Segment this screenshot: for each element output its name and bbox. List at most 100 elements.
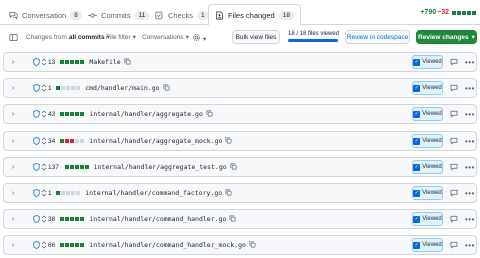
chevron-right-icon[interactable]: › [12,184,14,202]
diffstat-block [65,60,70,64]
review-changes-button[interactable]: Review changes ▾ [416,30,477,44]
kebab-horizontal-icon[interactable]: ••• [465,210,475,228]
comment-icon[interactable] [450,210,458,228]
viewed-checkbox[interactable]: ✓ Viewed [412,238,443,252]
chevron-right-icon[interactable]: › [12,105,14,123]
diffstat-block [69,165,74,169]
file-row[interactable]: › 1 cmd/handler/main.go ✓ Viewed ••• [3,78,477,98]
file-row[interactable]: › 1 internal/handler/command_factory.go … [3,183,477,203]
diffstat-block [75,139,80,143]
expand-all-icon[interactable] [41,79,47,97]
comment-icon[interactable] [450,132,458,150]
file-name-link[interactable]: internal/handler/aggregate_mock.go [89,132,232,150]
expand-all-icon[interactable] [41,184,47,202]
comment-icon[interactable] [450,79,458,97]
tab-checks[interactable]: Checks 1 [155,6,209,25]
file-name-link[interactable]: Makefile [89,53,131,71]
viewed-checkbox[interactable]: ✓ Viewed [412,134,443,148]
chevron-right-icon[interactable]: › [12,210,14,228]
chevron-right-icon[interactable]: › [12,236,14,254]
viewed-checkbox[interactable]: ✓ Viewed [412,55,443,69]
changes-from-dropdown[interactable]: Changes from all commits ▾ [26,33,110,42]
diffstat-block [75,60,80,64]
diffstat-block [56,86,61,90]
viewed-checkbox[interactable]: ✓ Viewed [412,186,443,200]
comment-icon[interactable] [450,105,458,123]
file-name: internal/handler/aggregate_test.go [93,163,227,171]
file-filter-dropdown[interactable]: File filter ▾ [106,33,136,42]
file-name-link[interactable]: internal/handler/command_handler_mock.go [89,236,256,254]
file-row[interactable]: › 13 Makefile ✓ Viewed ••• [3,52,477,72]
file-diffstat-bar [56,184,81,202]
viewed-checkbox[interactable]: ✓ Viewed [412,212,443,226]
file-change-count: 38 [48,215,56,223]
expand-all-icon[interactable] [41,53,47,71]
tab-conversation-label: Conversation [22,11,67,20]
expand-all-icon[interactable] [41,105,47,123]
review-changes-label: Review changes [418,33,469,41]
viewed-checkbox[interactable]: ✓ Viewed [412,81,443,95]
expand-all-icon[interactable] [41,210,47,228]
conversations-label: Conversations [142,33,184,41]
tab-commits[interactable]: Commits 11 [88,6,150,25]
file-row[interactable]: › 137 internal/handler/aggregate_test.go… [3,157,477,177]
diff-settings-button[interactable]: ▾ [192,33,206,44]
bulk-view-files-button[interactable]: Bulk view files [232,30,280,44]
comment-icon[interactable] [450,53,458,71]
kebab-horizontal-icon[interactable]: ••• [465,105,475,123]
tab-conversation[interactable]: Conversation 8 [9,6,82,25]
diffstat-block [65,243,70,247]
copy-icon[interactable] [225,189,232,198]
tab-commits-counter: 11 [134,11,150,20]
kebab-horizontal-icon[interactable]: ••• [465,184,475,202]
viewed-checkbox[interactable]: ✓ Viewed [412,107,443,121]
copy-icon[interactable] [163,84,170,93]
file-row[interactable]: › 34 internal/handler/aggregate_mock.go … [3,131,477,151]
comment-icon[interactable] [450,184,458,202]
file-change-count: 43 [48,110,56,118]
file-name-link[interactable]: cmd/handler/main.go [85,79,169,97]
comment-icon[interactable] [450,158,458,176]
file-row[interactable]: › 66 internal/handler/command_handler_mo… [3,235,477,255]
expand-all-icon[interactable] [41,132,47,150]
expand-all-icon[interactable] [41,236,47,254]
kebab-horizontal-icon[interactable]: ••• [465,236,475,254]
diffstat-block [74,165,79,169]
copy-icon[interactable] [249,241,256,250]
kebab-horizontal-icon[interactable]: ••• [465,53,475,71]
expand-all-icon[interactable] [41,158,47,176]
file-name-link[interactable]: internal/handler/command_handler.go [89,210,236,228]
file-row[interactable]: › 43 internal/handler/aggregate.go ✓ Vie… [3,104,477,124]
file-name-link[interactable]: internal/handler/command_factory.go [85,184,232,202]
shield-icon [33,236,40,254]
viewed-checkbox[interactable]: ✓ Viewed [412,160,443,174]
kebab-horizontal-icon[interactable]: ••• [465,132,475,150]
diffstat: +790 −32 [420,9,476,16]
copy-icon[interactable] [225,137,232,146]
conversations-dropdown[interactable]: Conversations ▾ [142,33,189,42]
copy-icon[interactable] [229,215,236,224]
file-row[interactable]: › 38 internal/handler/command_handler.go… [3,209,477,229]
diffstat-block [60,112,65,116]
toggle-file-tree-button[interactable] [9,33,18,44]
shield-icon [33,105,40,123]
chevron-right-icon[interactable]: › [12,79,14,97]
review-in-codespace-button[interactable]: Review in codespace [345,30,410,44]
comment-icon[interactable] [450,236,458,254]
copy-icon[interactable] [230,163,237,172]
chevron-right-icon[interactable]: › [12,53,14,71]
diffstat-block [462,10,466,15]
kebab-horizontal-icon[interactable]: ••• [465,79,475,97]
shield-icon [33,184,40,202]
file-name-link[interactable]: internal/handler/aggregate.go [89,105,213,123]
chevron-right-icon[interactable]: › [12,132,14,150]
copy-icon[interactable] [124,58,131,67]
diffstat-block [65,139,70,143]
diffstat-block [70,217,75,221]
chevron-right-icon[interactable]: › [12,158,14,176]
tab-files-changed[interactable]: Files changed 18 [208,4,301,25]
kebab-horizontal-icon[interactable]: ••• [465,158,475,176]
copy-icon[interactable] [206,110,213,119]
file-name-link[interactable]: internal/handler/aggregate_test.go [94,158,237,176]
check-icon: ✓ [413,58,421,66]
